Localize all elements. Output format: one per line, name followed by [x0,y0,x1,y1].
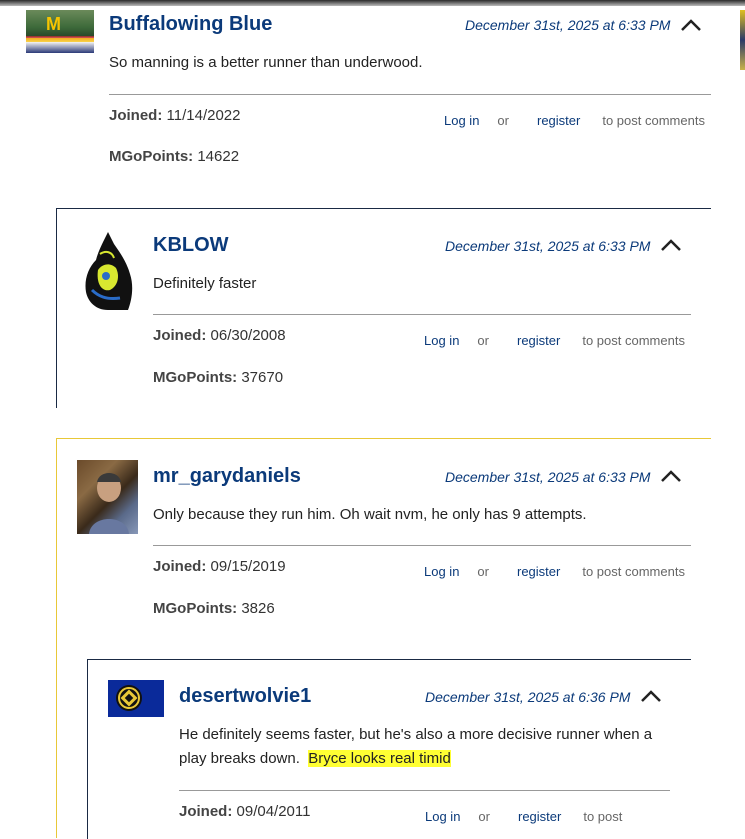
joined-date: 09/04/2011 [236,803,311,820]
avatar[interactable] [108,680,164,717]
emblem-icon [116,685,142,711]
chevron-up-icon[interactable] [639,688,663,704]
login-register-links: Log in or register to post [425,809,622,824]
highlighted-text: Bryce looks real timid [308,750,451,767]
divider [179,790,670,791]
register-link[interactable]: register [518,809,561,824]
joined-info: Joined: 09/04/2011 [179,803,310,820]
or-text: or [478,809,490,824]
comment-desertwolvie1: desertwolvie1 December 31st, 2025 at 6:3… [0,0,745,826]
comment-text: He definitely seems faster, but he's als… [179,723,659,771]
to-post-text: to post [583,809,623,824]
login-link[interactable]: Log in [425,809,460,824]
author-name[interactable]: desertwolvie1 [179,685,311,708]
joined-label: Joined: [179,803,233,820]
comment-date[interactable]: December 31st, 2025 at 6:36 PM [425,689,630,705]
